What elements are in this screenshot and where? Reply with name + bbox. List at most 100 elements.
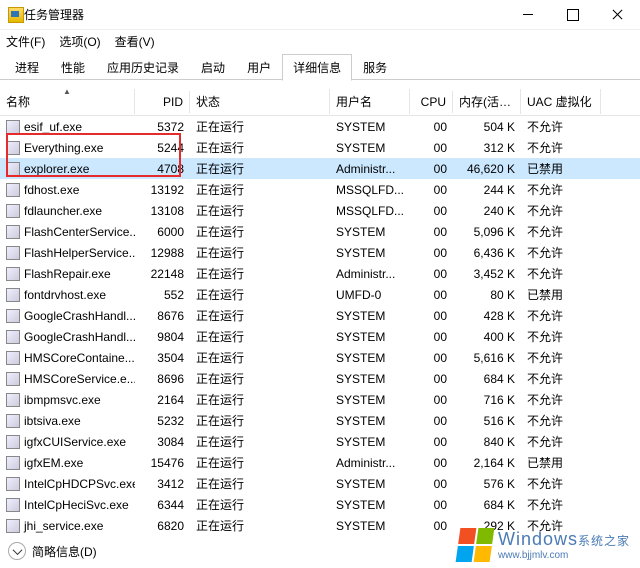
table-row[interactable]: Everything.exe5244正在运行SYSTEM00312 K不允许 xyxy=(0,137,640,158)
cell-pid: 8696 xyxy=(135,370,190,388)
tab-1[interactable]: 性能 xyxy=(50,54,96,81)
table-row[interactable]: esif_uf.exe5372正在运行SYSTEM00504 K不允许 xyxy=(0,116,640,137)
cell-pid: 3084 xyxy=(135,433,190,451)
table-row[interactable]: HMSCoreContaine...3504正在运行SYSTEM005,616 … xyxy=(0,347,640,368)
cell-pid: 13192 xyxy=(135,181,190,199)
process-name: GoogleCrashHandl... xyxy=(24,309,135,323)
cell-status: 正在运行 xyxy=(190,242,330,263)
table-row[interactable]: igfxCUIService.exe3084正在运行SYSTEM00840 K不… xyxy=(0,431,640,452)
cell-uac: 不允许 xyxy=(521,389,601,410)
cell-mem: 6,436 K xyxy=(453,244,521,262)
menu-bar: 文件(F) 选项(O) 查看(V) xyxy=(0,30,640,52)
tab-3[interactable]: 启动 xyxy=(190,54,236,81)
tab-4[interactable]: 用户 xyxy=(236,54,282,81)
cell-status: 正在运行 xyxy=(190,515,330,536)
cell-user: SYSTEM xyxy=(330,118,410,136)
col-mem[interactable]: 内存(活动... xyxy=(453,89,521,114)
table-row[interactable]: FlashCenterService...6000正在运行SYSTEM005,0… xyxy=(0,221,640,242)
tab-2[interactable]: 应用历史记录 xyxy=(96,54,190,81)
col-pid[interactable]: PID xyxy=(135,91,190,113)
cell-mem: 504 K xyxy=(453,118,521,136)
windows-logo-icon xyxy=(456,528,495,562)
table-row[interactable]: IntelCpHeciSvc.exe6344正在运行SYSTEM00684 K不… xyxy=(0,494,640,515)
cell-user: SYSTEM xyxy=(330,244,410,262)
process-name: fdhost.exe xyxy=(24,183,79,197)
cell-status: 正在运行 xyxy=(190,305,330,326)
tab-0[interactable]: 进程 xyxy=(4,54,50,81)
cell-status: 正在运行 xyxy=(190,263,330,284)
process-name: GoogleCrashHandl... xyxy=(24,330,135,344)
table-row[interactable]: GoogleCrashHandl...9804正在运行SYSTEM00400 K… xyxy=(0,326,640,347)
process-icon xyxy=(6,456,20,470)
cell-mem: 46,620 K xyxy=(453,160,521,178)
cell-mem: 428 K xyxy=(453,307,521,325)
cell-user: SYSTEM xyxy=(330,328,410,346)
cell-mem: 244 K xyxy=(453,181,521,199)
table-row[interactable]: explorer.exe4708正在运行Administr...0046,620… xyxy=(0,158,640,179)
cell-user: MSSQLFD... xyxy=(330,181,410,199)
cell-cpu: 00 xyxy=(410,223,453,241)
cell-mem: 400 K xyxy=(453,328,521,346)
process-icon xyxy=(6,120,20,134)
table-row[interactable]: FlashHelperService...12988正在运行SYSTEM006,… xyxy=(0,242,640,263)
table-row[interactable]: HMSCoreService.e...8696正在运行SYSTEM00684 K… xyxy=(0,368,640,389)
cell-uac: 不允许 xyxy=(521,263,601,284)
process-icon xyxy=(6,267,20,281)
table-row[interactable]: fontdrvhost.exe552正在运行UMFD-00080 K已禁用 xyxy=(0,284,640,305)
cell-status: 正在运行 xyxy=(190,452,330,473)
menu-options[interactable]: 选项(O) xyxy=(59,33,100,50)
cell-cpu: 00 xyxy=(410,391,453,409)
cell-pid: 3412 xyxy=(135,475,190,493)
cell-user: SYSTEM xyxy=(330,496,410,514)
cell-user: SYSTEM xyxy=(330,475,410,493)
cell-pid: 4708 xyxy=(135,160,190,178)
col-name[interactable]: ▲名称 xyxy=(0,89,135,114)
chevron-down-icon xyxy=(8,542,26,560)
process-icon xyxy=(6,288,20,302)
table-header: ▲名称 PID 状态 用户名 CPU 内存(活动... UAC 虚拟化 xyxy=(0,88,640,116)
process-icon xyxy=(6,330,20,344)
col-uac[interactable]: UAC 虚拟化 xyxy=(521,89,601,114)
cell-user: SYSTEM xyxy=(330,139,410,157)
title-bar: 任务管理器 xyxy=(0,0,640,30)
maximize-button[interactable] xyxy=(550,0,595,30)
table-row[interactable]: fdhost.exe13192正在运行MSSQLFD...00244 K不允许 xyxy=(0,179,640,200)
table-row[interactable]: IntelCpHDCPSvc.exe3412正在运行SYSTEM00576 K不… xyxy=(0,473,640,494)
minimize-button[interactable] xyxy=(505,0,550,30)
table-row[interactable]: igfxEM.exe15476正在运行Administr...002,164 K… xyxy=(0,452,640,473)
close-button[interactable] xyxy=(595,0,640,30)
cell-status: 正在运行 xyxy=(190,221,330,242)
col-cpu[interactable]: CPU xyxy=(410,91,453,113)
table-row[interactable]: GoogleCrashHandl...8676正在运行SYSTEM00428 K… xyxy=(0,305,640,326)
menu-file[interactable]: 文件(F) xyxy=(6,33,45,50)
cell-pid: 5244 xyxy=(135,139,190,157)
col-status[interactable]: 状态 xyxy=(190,89,330,114)
table-row[interactable]: ibtsiva.exe5232正在运行SYSTEM00516 K不允许 xyxy=(0,410,640,431)
col-user[interactable]: 用户名 xyxy=(330,89,410,114)
table-row[interactable]: FlashRepair.exe22148正在运行Administr...003,… xyxy=(0,263,640,284)
tab-6[interactable]: 服务 xyxy=(352,54,398,81)
cell-uac: 不允许 xyxy=(521,431,601,452)
cell-mem: 312 K xyxy=(453,139,521,157)
cell-uac: 不允许 xyxy=(521,305,601,326)
process-name: explorer.exe xyxy=(24,162,89,176)
process-icon xyxy=(6,351,20,365)
process-name: Everything.exe xyxy=(24,141,103,155)
process-name: FlashHelperService... xyxy=(24,246,135,260)
brief-info-toggle[interactable]: 简略信息(D) xyxy=(8,542,97,560)
table-row[interactable]: fdlauncher.exe13108正在运行MSSQLFD...00240 K… xyxy=(0,200,640,221)
cell-uac: 不允许 xyxy=(521,179,601,200)
cell-pid: 6820 xyxy=(135,517,190,535)
table-row[interactable]: ibmpmsvc.exe2164正在运行SYSTEM00716 K不允许 xyxy=(0,389,640,410)
tab-5[interactable]: 详细信息 xyxy=(282,54,352,81)
cell-pid: 5232 xyxy=(135,412,190,430)
process-name: IntelCpHeciSvc.exe xyxy=(24,498,129,512)
sort-asc-icon: ▲ xyxy=(63,89,71,96)
cell-pid: 12988 xyxy=(135,244,190,262)
cell-uac: 已禁用 xyxy=(521,452,601,473)
menu-view[interactable]: 查看(V) xyxy=(115,33,155,50)
process-icon xyxy=(6,498,20,512)
process-name: esif_uf.exe xyxy=(24,120,82,134)
cell-cpu: 00 xyxy=(410,244,453,262)
cell-status: 正在运行 xyxy=(190,116,330,137)
